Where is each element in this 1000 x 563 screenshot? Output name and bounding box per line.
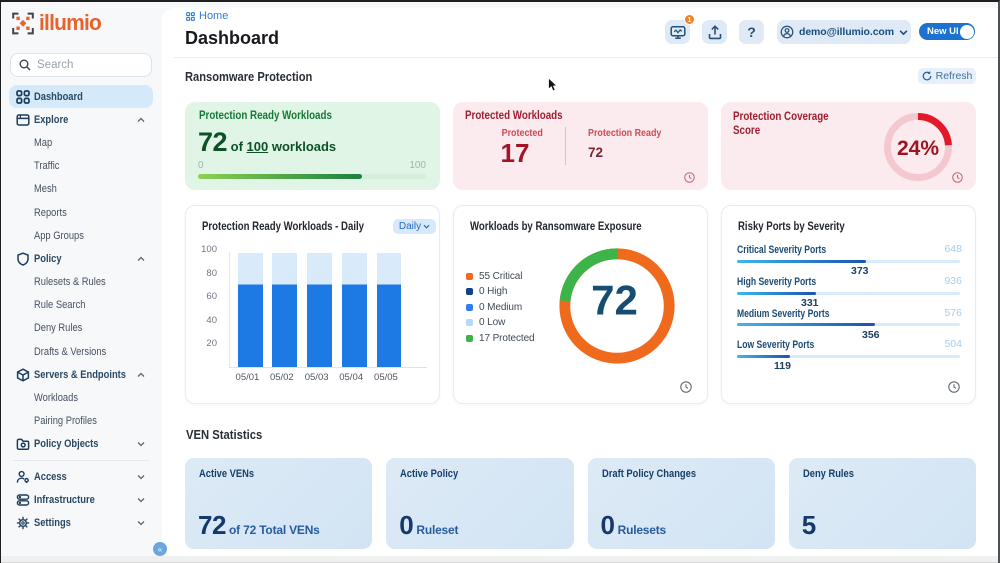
svg-text:72: 72 (591, 277, 638, 324)
svg-text:24%: 24% (897, 137, 939, 160)
